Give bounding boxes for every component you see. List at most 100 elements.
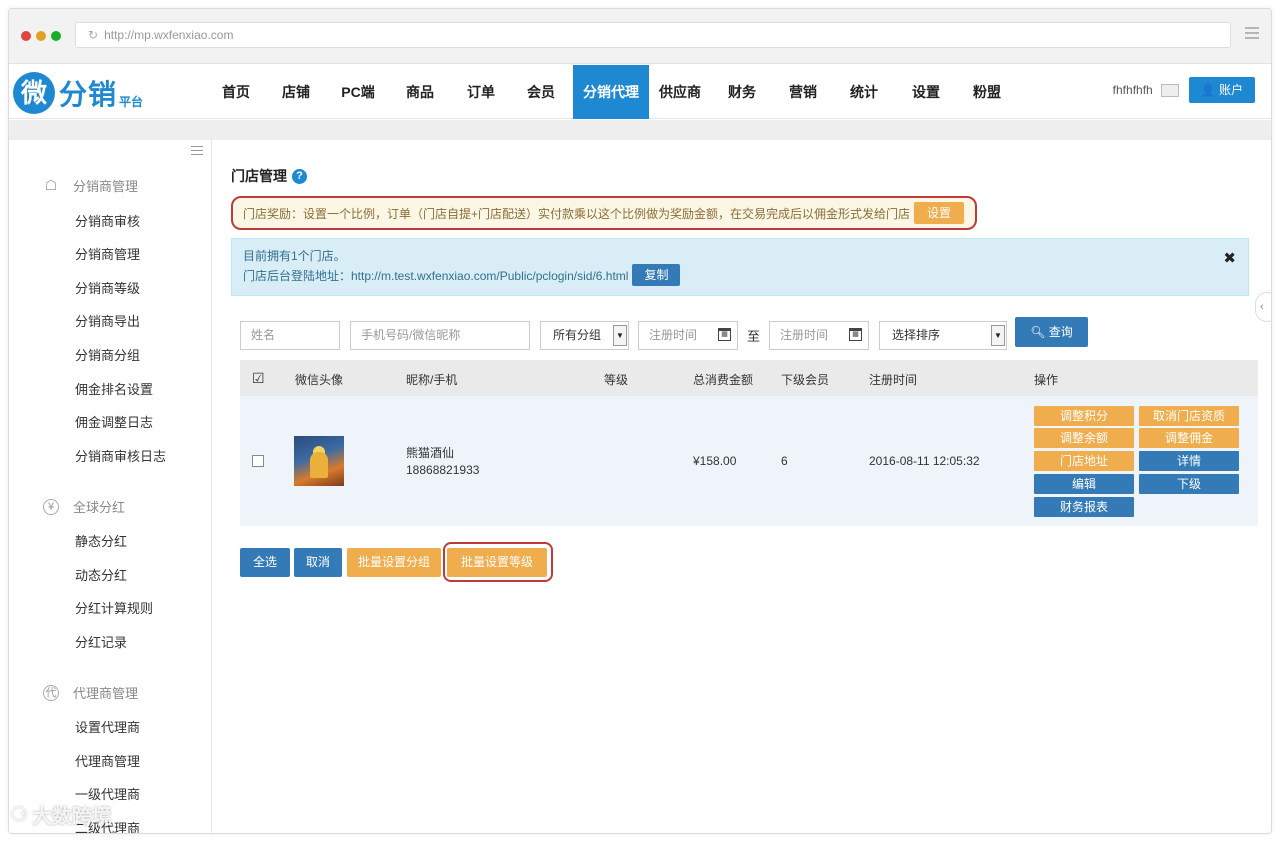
table-header: ☑ 微信头像 昵称/手机 等级 总消费金额 下级会员 注册时间 操作: [240, 360, 1258, 396]
select-all-button[interactable]: 全选: [240, 548, 290, 577]
main-menu: 首页 店铺 PC端 商品 订单 会员 分销代理 供应商 财务 营销 统计 设置 …: [209, 65, 1017, 119]
sidebar-item-dynamic-dividend[interactable]: 动态分红: [75, 565, 127, 584]
sidebar-item-agent-manage[interactable]: 代理商管理: [75, 751, 140, 770]
logo-mark: 微: [13, 72, 55, 114]
logo[interactable]: 微 分销 平台: [13, 71, 143, 115]
browser-window: ↻ http://mp.wxfenxiao.com 微 分销 平台 首页 店铺 P…: [8, 8, 1272, 834]
sort-select-value: 选择排序: [892, 328, 941, 342]
member-total-spend: ¥158.00: [693, 454, 737, 468]
sidebar-section-distributors[interactable]: ☖ 分销商管理: [43, 176, 138, 195]
sidebar-item-commission-log[interactable]: 佣金调整日志: [75, 412, 153, 431]
store-reward-notice: 门店奖励：设置一个比例，订单（门店自提+门店配送）实付款乘以这个比例做为奖励金额…: [231, 196, 977, 230]
store-login-url: 门店后台登陆地址：http://m.test.wxfenxiao.com/Pub…: [243, 268, 629, 283]
group-select[interactable]: 所有分组 ▼: [540, 321, 629, 350]
sidebar-item-distributor-manage[interactable]: 分销商管理: [75, 244, 140, 263]
nav-item-products[interactable]: 商品: [387, 65, 453, 119]
browser-menu-icon[interactable]: [1245, 27, 1259, 42]
sidebar-section-agents[interactable]: 代代理商管理: [43, 683, 138, 702]
cancel-store-qualification-button[interactable]: 取消门店资质: [1139, 406, 1239, 426]
mail-icon[interactable]: [1160, 83, 1179, 97]
nav-item-settings[interactable]: 设置: [895, 65, 957, 119]
highlight-annotation: [443, 542, 553, 582]
username[interactable]: fhfhfhfh: [1113, 83, 1153, 97]
nav-item-store[interactable]: 店铺: [263, 65, 329, 119]
sidebar-item-dividend-rules[interactable]: 分红计算规则: [75, 598, 153, 617]
sidebar-toggle-icon[interactable]: [191, 146, 203, 158]
name-input[interactable]: 姓名: [240, 321, 340, 350]
col-actions: 操作: [1034, 373, 1059, 387]
reload-icon[interactable]: ↻: [88, 23, 98, 47]
top-navigation: 微 分销 平台 首页 店铺 PC端 商品 订单 会员 分销代理 供应商 财务 营…: [9, 65, 1271, 119]
col-level: 等级: [604, 373, 629, 387]
sort-select[interactable]: 选择排序 ▼: [879, 321, 1007, 350]
table-row: 熊猫酒仙 18868821933 ¥158.00 6 2016-08-11 12…: [240, 396, 1258, 526]
col-total-spend: 总消费金额: [693, 373, 754, 387]
section-title: 全球分红: [73, 500, 126, 515]
col-reg-time: 注册时间: [869, 373, 918, 387]
edit-button[interactable]: 编辑: [1034, 474, 1134, 494]
details-button[interactable]: 详情: [1139, 451, 1239, 471]
member-nickname: 熊猫酒仙: [406, 446, 455, 460]
watermark-logo-icon: ⚆: [10, 804, 28, 826]
batch-set-group-button[interactable]: 批量设置分组: [347, 548, 441, 577]
row-checkbox[interactable]: [252, 455, 264, 467]
nav-item-supplier[interactable]: 供应商: [649, 65, 711, 119]
calendar-icon[interactable]: ▦: [849, 328, 862, 341]
col-nickname: 昵称/手机: [406, 373, 458, 387]
cancel-button[interactable]: 取消: [294, 548, 342, 577]
nav-item-pc[interactable]: PC端: [329, 65, 387, 119]
date-from-input[interactable]: 注册时间 ▦: [638, 321, 738, 350]
adjust-points-button[interactable]: 调整积分: [1034, 406, 1134, 426]
sidebar-item-distributor-group[interactable]: 分销商分组: [75, 345, 140, 364]
store-count-text: 目前拥有1个门店。: [243, 249, 346, 263]
store-login-url-row: 门店后台登陆地址：http://m.test.wxfenxiao.com/Pub…: [243, 264, 681, 286]
nav-item-marketing[interactable]: 营销: [773, 65, 833, 119]
page-title: 门店管理 ?: [231, 166, 307, 186]
phone-input[interactable]: 手机号码/微信昵称: [350, 321, 530, 350]
select-all-checkbox-icon[interactable]: ☑: [252, 370, 265, 387]
member-sub-count: 6: [781, 454, 788, 468]
subordinates-button[interactable]: 下级: [1139, 474, 1239, 494]
nav-item-members[interactable]: 会员: [509, 65, 573, 119]
nav-item-orders[interactable]: 订单: [453, 65, 509, 119]
sidebar-item-distributor-review[interactable]: 分销商审核: [75, 211, 140, 230]
sidebar-item-commission-ranking[interactable]: 佣金排名设置: [75, 379, 153, 398]
url-bar[interactable]: ↻ http://mp.wxfenxiao.com: [75, 22, 1231, 48]
reward-settings-button[interactable]: 设置: [914, 202, 965, 224]
page-title-text: 门店管理: [231, 168, 287, 184]
nav-item-finance[interactable]: 财务: [711, 65, 773, 119]
financial-report-button[interactable]: 财务报表: [1034, 497, 1134, 517]
store-address-button[interactable]: 门店地址: [1034, 451, 1134, 471]
sidebar-item-static-dividend[interactable]: 静态分红: [75, 531, 127, 550]
help-icon[interactable]: ?: [292, 168, 307, 184]
sidebar-item-distributor-level[interactable]: 分销商等级: [75, 278, 140, 297]
nav-item-distribution[interactable]: 分销代理: [573, 65, 649, 119]
adjust-commission-button[interactable]: 调整佣金: [1139, 428, 1239, 448]
sidebar-item-dividend-records[interactable]: 分红记录: [75, 632, 127, 651]
calendar-icon[interactable]: ▦: [718, 328, 731, 341]
copy-button[interactable]: 复制: [632, 264, 681, 286]
adjust-balance-button[interactable]: 调整余额: [1034, 428, 1134, 448]
nav-item-home[interactable]: 首页: [209, 65, 263, 119]
date-to-input[interactable]: 注册时间 ▦: [769, 321, 869, 350]
sidebar-item-distributor-export[interactable]: 分销商导出: [75, 311, 140, 330]
close-icon[interactable]: ✖: [1223, 249, 1236, 267]
watermark: ⚆ 大数跨境: [10, 800, 112, 829]
maximize-dot[interactable]: [51, 31, 61, 41]
close-dot[interactable]: [21, 31, 31, 41]
minimize-dot[interactable]: [36, 31, 46, 41]
account-label: 账户: [1218, 83, 1243, 97]
sidebar-item-set-agent[interactable]: 设置代理商: [75, 717, 140, 736]
section-title: 代理商管理: [73, 686, 139, 701]
nav-item-stats[interactable]: 统计: [833, 65, 895, 119]
member-reg-time: 2016-08-11 12:05:32: [869, 454, 980, 468]
agent-icon: 代: [43, 684, 59, 701]
sidebar-section-global-dividend[interactable]: ¥ 全球分红: [43, 497, 125, 516]
query-button[interactable]: 🔍︎ 查询: [1015, 317, 1088, 347]
date-to-placeholder: 注册时间: [780, 328, 829, 342]
nav-item-fanmeng[interactable]: 粉盟: [957, 65, 1017, 119]
browser-chrome: ↻ http://mp.wxfenxiao.com: [9, 9, 1271, 64]
sidebar-item-review-log[interactable]: 分销商审核日志: [75, 446, 166, 465]
collapse-panel-icon[interactable]: ‹: [1255, 292, 1271, 322]
account-button[interactable]: 👤 账户: [1188, 77, 1255, 103]
